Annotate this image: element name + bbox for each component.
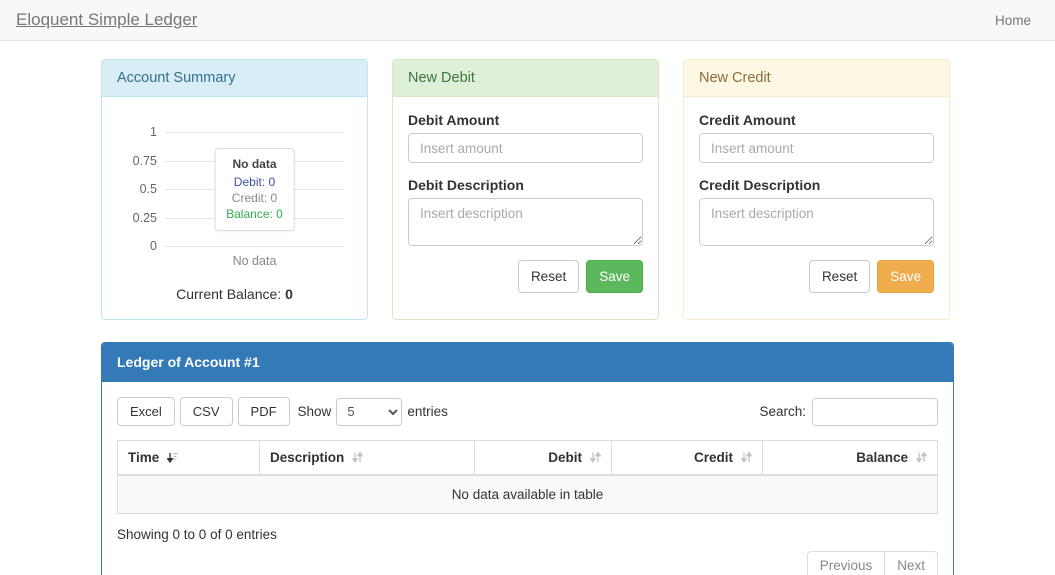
table-header-row: Time Description Debit Credit Balance bbox=[117, 440, 938, 476]
column-header-balance[interactable]: Balance bbox=[762, 440, 938, 476]
navbar-brand[interactable]: Eloquent Simple Ledger bbox=[16, 10, 197, 30]
top-navbar: Eloquent Simple Ledger Home bbox=[0, 0, 1055, 41]
chart-xaxis-label: No data bbox=[232, 254, 277, 268]
chart-plot-area: 1 0.75 0.5 0.25 0 No data Debit: 0 Credi… bbox=[133, 125, 344, 268]
new-debit-body: Debit Amount Debit Description Reset Sav… bbox=[393, 97, 658, 308]
column-label-debit: Debit bbox=[548, 450, 582, 465]
chart-ytick: 0 bbox=[150, 239, 157, 253]
chart-tooltip-debit: Debit: 0 bbox=[226, 174, 283, 190]
debit-description-group: Debit Description bbox=[408, 177, 643, 246]
datatable-search-control: Search: bbox=[759, 397, 938, 426]
new-credit-body: Credit Amount Credit Description Reset S… bbox=[684, 97, 949, 308]
chart-ytick: 0.75 bbox=[132, 153, 157, 168]
account-summary-chart: 1 0.75 0.5 0.25 0 No data Debit: 0 Credi… bbox=[117, 120, 352, 268]
top-panels-row: Account Summary 1 0.75 0.5 0.25 0 No dat… bbox=[101, 59, 954, 320]
ledger-panel-title: Ledger of Account #1 bbox=[102, 343, 953, 382]
current-balance-value: 0 bbox=[285, 286, 293, 302]
credit-amount-label: Credit Amount bbox=[699, 112, 796, 128]
search-label: Search: bbox=[759, 404, 806, 419]
search-input[interactable] bbox=[812, 397, 938, 426]
debit-amount-label: Debit Amount bbox=[408, 112, 500, 128]
chart-ytick: 0.5 bbox=[139, 182, 157, 196]
column-label-time: Time bbox=[128, 450, 160, 465]
sort-both-icon bbox=[740, 451, 753, 464]
datatable-left-controls: Excel CSV PDF Show 5 10 25 50 100 bbox=[117, 397, 448, 426]
chart-tooltip: No data Debit: 0 Credit: 0 Balance: 0 bbox=[214, 148, 295, 231]
chart-tooltip-balance-label: Balance: bbox=[226, 207, 273, 221]
chart-gridline: 1 bbox=[150, 125, 344, 139]
column-header-credit[interactable]: Credit bbox=[611, 440, 763, 476]
column-header-time[interactable]: Time bbox=[117, 440, 260, 476]
entries-length-control: Show 5 10 25 50 100 entries bbox=[297, 397, 448, 426]
sort-both-icon bbox=[589, 451, 602, 464]
entries-length-select[interactable]: 5 10 25 50 100 bbox=[336, 397, 403, 426]
chart-tooltip-title: No data bbox=[232, 157, 277, 171]
table-empty-row: No data available in table bbox=[117, 474, 938, 514]
nav-link-home[interactable]: Home bbox=[995, 13, 1039, 28]
credit-amount-group: Credit Amount bbox=[699, 112, 934, 163]
sort-both-icon bbox=[351, 451, 364, 464]
entries-length-suffix: entries bbox=[407, 404, 448, 419]
chart-tooltip-credit-value: 0 bbox=[270, 191, 278, 205]
page-container: Account Summary 1 0.75 0.5 0.25 0 No dat… bbox=[0, 59, 1055, 575]
chart-ytick: 0.25 bbox=[132, 210, 157, 225]
credit-button-row: Reset Save bbox=[699, 260, 934, 294]
export-csv-button[interactable]: CSV bbox=[179, 397, 233, 426]
chart-tooltip-credit-label: Credit: bbox=[231, 191, 268, 205]
debit-description-label: Debit Description bbox=[408, 177, 524, 193]
sort-both-icon bbox=[915, 451, 928, 464]
chart-gridline: 0 bbox=[150, 239, 344, 253]
account-summary-panel: Account Summary 1 0.75 0.5 0.25 0 No dat… bbox=[101, 59, 368, 320]
pagination-previous-button[interactable]: Previous bbox=[806, 551, 886, 575]
debit-amount-group: Debit Amount bbox=[408, 112, 643, 163]
entries-length-prefix: Show bbox=[297, 404, 332, 419]
ledger-panel: Ledger of Account #1 Excel CSV PDF Show … bbox=[101, 342, 954, 575]
credit-reset-button[interactable]: Reset bbox=[808, 260, 871, 294]
debit-amount-input[interactable] bbox=[408, 133, 643, 163]
credit-description-label: Credit Description bbox=[699, 177, 821, 193]
account-summary-title: Account Summary bbox=[102, 60, 367, 97]
column-label-credit: Credit bbox=[693, 450, 733, 465]
chart-tooltip-debit-value: 0 bbox=[268, 175, 276, 189]
chart-ytick: 1 bbox=[150, 125, 157, 139]
credit-description-group: Credit Description bbox=[699, 177, 934, 246]
chart-tooltip-credit: Credit: 0 bbox=[226, 190, 283, 206]
datatable-info: Showing 0 to 0 of 0 entries bbox=[117, 527, 277, 542]
new-debit-panel: New Debit Debit Amount Debit Description… bbox=[392, 59, 659, 320]
datatable-pagination: Previous Next bbox=[806, 551, 938, 575]
column-header-description[interactable]: Description bbox=[259, 440, 475, 476]
credit-amount-input[interactable] bbox=[699, 133, 934, 163]
pagination-next-button[interactable]: Next bbox=[885, 551, 938, 575]
chart-tooltip-debit-label: Debit: bbox=[233, 175, 266, 189]
current-balance-label: Current Balance: bbox=[176, 286, 282, 302]
chart-tooltip-balance: Balance: 0 bbox=[226, 206, 283, 222]
column-header-debit[interactable]: Debit bbox=[474, 440, 612, 476]
ledger-table-body: No data available in table bbox=[117, 474, 938, 514]
new-credit-panel: New Credit Credit Amount Credit Descript… bbox=[683, 59, 950, 320]
new-credit-title: New Credit bbox=[684, 60, 949, 97]
credit-description-textarea[interactable] bbox=[699, 198, 934, 246]
current-balance-line: Current Balance: 0 bbox=[117, 286, 352, 302]
table-empty-message: No data available in table bbox=[117, 474, 938, 514]
account-summary-body: 1 0.75 0.5 0.25 0 No data Debit: 0 Credi… bbox=[102, 97, 367, 319]
new-debit-title: New Debit bbox=[393, 60, 658, 97]
debit-button-row: Reset Save bbox=[408, 260, 643, 294]
sort-desc-icon bbox=[166, 451, 178, 464]
column-label-description: Description bbox=[270, 450, 345, 465]
debit-save-button[interactable]: Save bbox=[586, 260, 643, 294]
ledger-table: Time Description Debit Credit Balance No… bbox=[117, 440, 938, 514]
debit-reset-button[interactable]: Reset bbox=[517, 260, 580, 294]
datatable-controls: Excel CSV PDF Show 5 10 25 50 100 bbox=[117, 397, 938, 426]
ledger-table-head: Time Description Debit Credit Balance bbox=[117, 440, 938, 476]
ledger-row: Ledger of Account #1 Excel CSV PDF Show … bbox=[101, 342, 954, 575]
export-button-group: Excel CSV PDF bbox=[117, 397, 290, 426]
export-excel-button[interactable]: Excel bbox=[117, 397, 175, 426]
datatable-footer: Showing 0 to 0 of 0 entries Previous Nex… bbox=[117, 527, 938, 575]
credit-save-button[interactable]: Save bbox=[877, 260, 934, 294]
chart-tooltip-balance-value: 0 bbox=[276, 207, 283, 221]
column-label-balance: Balance bbox=[856, 450, 908, 465]
export-pdf-button[interactable]: PDF bbox=[237, 397, 290, 426]
debit-description-textarea[interactable] bbox=[408, 198, 643, 246]
ledger-panel-body: Excel CSV PDF Show 5 10 25 50 100 bbox=[102, 382, 953, 575]
